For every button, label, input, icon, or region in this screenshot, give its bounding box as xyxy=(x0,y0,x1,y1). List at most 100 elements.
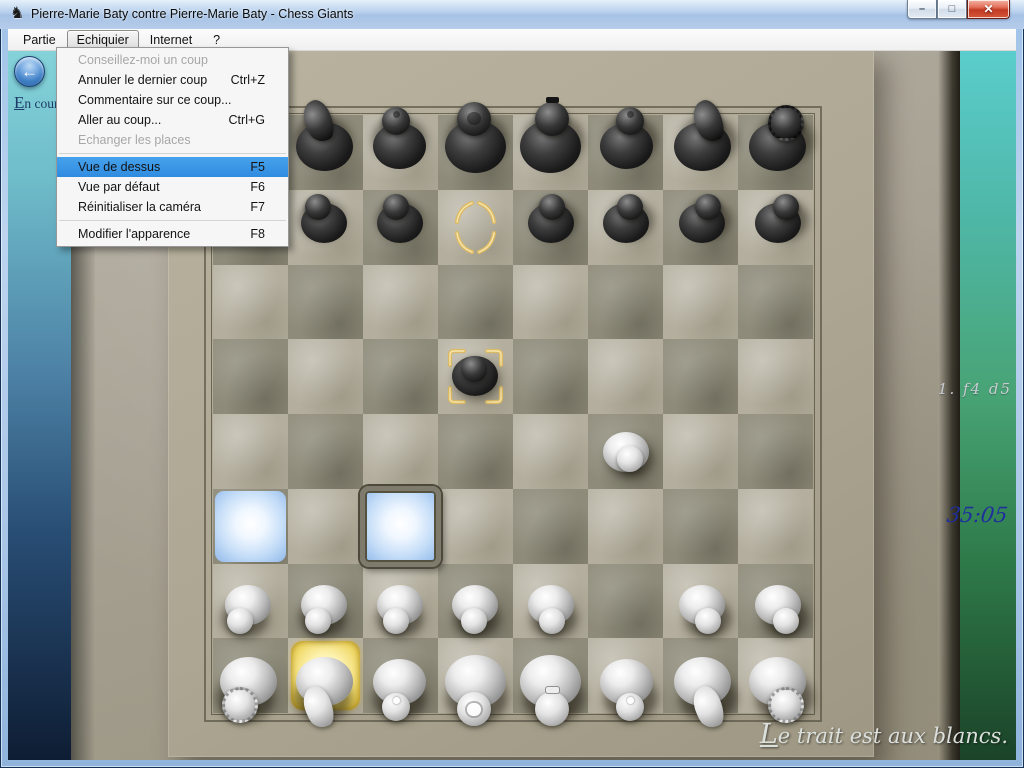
rank-label-4-left xyxy=(152,437,227,465)
menu-item-label: Echanger les places xyxy=(78,133,191,147)
menu-item[interactable]: Conseillez-moi un coup xyxy=(57,50,288,70)
menu-item[interactable]: Vue de dessusF5 xyxy=(57,157,288,177)
board-square-d6[interactable] xyxy=(438,265,513,340)
rank-label-3-left xyxy=(152,512,227,540)
board-square-f2[interactable] xyxy=(588,564,663,639)
piece-head xyxy=(539,194,565,220)
piece-head xyxy=(617,446,643,472)
piece-head xyxy=(695,608,721,634)
rank-label-1-left xyxy=(152,662,227,690)
menu-item[interactable]: Echanger les places xyxy=(57,130,288,150)
board-square-c6[interactable] xyxy=(363,265,438,340)
menu-item[interactable]: Annuler le dernier coup Ctrl+Z xyxy=(57,70,288,90)
rank-label-7-right xyxy=(805,213,880,241)
menu-item[interactable]: Aller au coup... Ctrl+G xyxy=(57,110,288,130)
piece-head xyxy=(382,107,410,135)
file-label-g-top xyxy=(663,67,738,95)
file-label-h-top xyxy=(738,67,813,95)
echiquier-dropdown-menu: Conseillez-moi un coup Annuler le dernier… xyxy=(56,47,289,247)
board-square-d4[interactable] xyxy=(438,414,513,489)
piece-head xyxy=(461,608,487,634)
minimize-icon: – xyxy=(919,4,925,15)
piece-head xyxy=(617,194,643,220)
maximize-icon: □ xyxy=(949,4,956,15)
board-square-e4[interactable] xyxy=(513,414,588,489)
menu-item-shortcut: F7 xyxy=(250,200,265,214)
title-bar[interactable]: ♞ Pierre-Marie Baty contre Pierre-Marie … xyxy=(0,0,1024,29)
menu-item-shortcut: F6 xyxy=(250,180,265,194)
piece-head xyxy=(305,608,331,634)
board-square-h5[interactable] xyxy=(738,339,813,414)
back-arrow-icon: ← xyxy=(21,62,38,82)
menu-item-shortcut: Ctrl+G xyxy=(229,113,265,127)
piece-head xyxy=(457,102,491,136)
board-square-f6[interactable] xyxy=(588,265,663,340)
piece-head xyxy=(305,194,331,220)
board-square-g5[interactable] xyxy=(663,339,738,414)
rank-label-3-right xyxy=(805,512,880,540)
minimize-button[interactable]: – xyxy=(907,0,937,19)
board-square-g3[interactable] xyxy=(663,489,738,564)
menu-item[interactable]: Réinitialiser la caméra F7 xyxy=(57,197,288,217)
board-square-h6[interactable] xyxy=(738,265,813,340)
board-square-d3[interactable] xyxy=(438,489,513,564)
close-button[interactable]: ✕ xyxy=(967,0,1010,19)
board-square-e5[interactable] xyxy=(513,339,588,414)
menu-item-label: Annuler le dernier coup xyxy=(78,73,207,87)
menu-item-label: Commentaire sur ce coup... xyxy=(78,93,232,107)
board-square-c5[interactable] xyxy=(363,339,438,414)
piece-head xyxy=(773,194,799,220)
board-square-c4[interactable] xyxy=(363,414,438,489)
board-square-b4[interactable] xyxy=(288,414,363,489)
piece-head xyxy=(383,194,409,220)
menu-item-label: Conseillez-moi un coup xyxy=(78,53,208,67)
board-square-g6[interactable] xyxy=(663,265,738,340)
app-window: ♞ Pierre-Marie Baty contre Pierre-Marie … xyxy=(0,0,1024,768)
piece-head xyxy=(383,608,409,634)
menu-item-label: Réinitialiser la caméra xyxy=(78,200,201,214)
file-label-b-top xyxy=(288,67,363,95)
menu-item-shortcut: F8 xyxy=(250,227,265,241)
board-square-h4[interactable] xyxy=(738,414,813,489)
rank-label-2-left xyxy=(152,587,227,615)
menu-item-shortcut: Ctrl+Z xyxy=(231,73,265,87)
menu-item-label: Aller au coup... xyxy=(78,113,161,127)
piece-head xyxy=(773,608,799,634)
menu-separator xyxy=(59,220,286,221)
file-label-c-bottom xyxy=(363,719,438,747)
piece-head xyxy=(695,194,721,220)
board-square-f3[interactable] xyxy=(588,489,663,564)
menu-item-label: Modifier l'apparence xyxy=(78,227,190,241)
file-label-g-bottom xyxy=(663,719,738,747)
board-square-b5[interactable] xyxy=(288,339,363,414)
rank-label-5-left xyxy=(152,363,227,391)
menu-item[interactable]: Commentaire sur ce coup... xyxy=(57,90,288,110)
piece-head xyxy=(768,105,804,141)
file-label-c-top xyxy=(363,67,438,95)
maximize-button[interactable]: □ xyxy=(937,0,967,19)
board-square-h3[interactable] xyxy=(738,489,813,564)
board-square-d7[interactable] xyxy=(438,190,513,265)
move-list: 1. f4 d5 xyxy=(938,380,1012,398)
turn-message: Le trait est aux blancs. xyxy=(760,719,1008,750)
board-square-b3[interactable] xyxy=(288,489,363,564)
board-square-g4[interactable] xyxy=(663,414,738,489)
close-icon: ✕ xyxy=(983,4,993,15)
menu-item[interactable]: Modifier l'apparence F8 xyxy=(57,224,288,244)
menu-item[interactable]: Vue par défautF6 xyxy=(57,177,288,197)
file-label-f-top xyxy=(588,67,663,95)
table-edge-right xyxy=(938,51,960,760)
app-icon: ♞ xyxy=(10,5,24,23)
window-controls: – □ ✕ xyxy=(907,0,1010,19)
board-square-b6[interactable] xyxy=(288,265,363,340)
board-square-e6[interactable] xyxy=(513,265,588,340)
board-square-e3[interactable] xyxy=(513,489,588,564)
file-label-f-bottom xyxy=(588,719,663,747)
board-square-c3[interactable] xyxy=(363,489,438,564)
file-label-d-top xyxy=(438,67,513,95)
window-title: Pierre-Marie Baty contre Pierre-Marie Ba… xyxy=(31,7,353,21)
piece-head xyxy=(535,102,569,136)
piece-head xyxy=(539,608,565,634)
board-square-f5[interactable] xyxy=(588,339,663,414)
back-arrow-button[interactable]: ← xyxy=(14,56,45,87)
